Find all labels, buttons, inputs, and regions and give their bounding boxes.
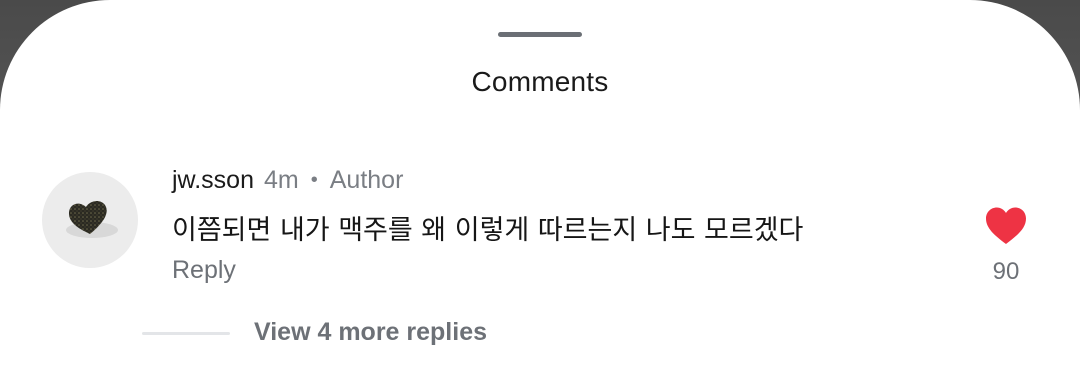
reply-button[interactable]: Reply xyxy=(172,256,236,285)
view-more-replies-button[interactable]: View 4 more replies xyxy=(254,318,487,347)
comment-text: 이쯤되면 내가 맥주를 왜 이렇게 따르는지 나도 모르겠다 xyxy=(172,215,804,246)
heart-filled-icon xyxy=(986,207,1026,244)
author-badge: Author xyxy=(329,165,404,194)
separator-dot: • xyxy=(310,168,318,191)
drag-handle[interactable] xyxy=(498,32,582,37)
comment-meta: jw.sson 4m • Author xyxy=(172,164,403,196)
replies-divider xyxy=(142,332,230,335)
username[interactable]: jw.sson xyxy=(172,166,254,195)
like-count: 90 xyxy=(992,258,1020,285)
avatar[interactable] xyxy=(42,172,138,268)
avatar-image xyxy=(66,200,118,238)
sheet-title: Comments xyxy=(471,66,609,97)
like-button[interactable] xyxy=(984,206,1028,246)
comments-sheet: Comments jw.sson 4m • Author 이쯤되면 내가 맥주를… xyxy=(0,0,1080,372)
timestamp: 4m xyxy=(263,165,299,194)
